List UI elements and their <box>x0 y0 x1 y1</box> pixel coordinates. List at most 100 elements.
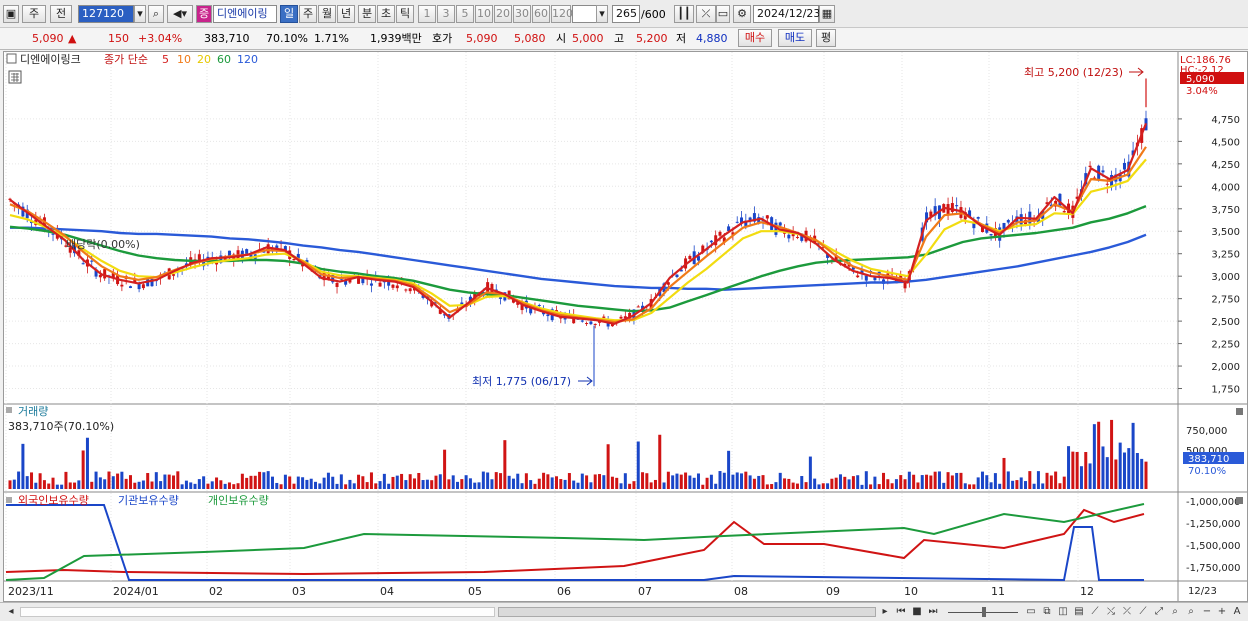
volume-bar <box>98 477 102 489</box>
interval-120-button[interactable]: 120 <box>551 5 573 23</box>
count-input[interactable]: 265 <box>612 5 640 23</box>
ma120-line <box>10 226 1147 291</box>
holdings-panel-icon[interactable] <box>6 497 12 503</box>
buy-button[interactable]: 매수 <box>738 29 772 47</box>
volume-bar <box>511 478 515 489</box>
volume-bar <box>955 472 959 489</box>
speaker-icon[interactable]: ◀▾ <box>167 5 193 23</box>
volume-bar <box>882 472 886 489</box>
zoom-out-icon[interactable]: − <box>1200 605 1214 619</box>
stop-icon[interactable]: ■ <box>910 605 924 619</box>
volume-bar <box>800 476 804 489</box>
volume-bar <box>270 476 274 489</box>
interval-5-button[interactable]: 5 <box>456 5 474 23</box>
interval-60-button[interactable]: 60 <box>532 5 550 23</box>
period-tick-button[interactable]: 틱 <box>396 5 414 23</box>
current-price-badge-text: 5,090 <box>1186 74 1215 85</box>
volume-bar <box>73 482 77 489</box>
volume-bar <box>925 474 929 489</box>
scroll-right-icon[interactable]: ▸ <box>878 605 892 619</box>
volume-bar <box>348 479 352 489</box>
zoom-in-icon[interactable]: + <box>1215 605 1229 619</box>
font-size-icon[interactable]: A <box>1230 605 1244 619</box>
holdings-tick-1500k: -1,500,000 <box>1186 541 1241 552</box>
volume-bar <box>636 441 640 489</box>
volume-bar <box>8 480 12 489</box>
code-dropdown-icon[interactable]: ▾ <box>134 5 146 23</box>
interval-20-button[interactable]: 20 <box>494 5 512 23</box>
layout-icon[interactable]: ▭ <box>1024 605 1038 619</box>
panel-icon-2[interactable]: ▤ <box>1072 605 1086 619</box>
volume-bar <box>116 473 120 489</box>
window-icon[interactable]: ▣ <box>3 5 19 23</box>
search-small-icon[interactable]: ⌕ <box>1168 605 1182 619</box>
holdings-close-icon[interactable] <box>1236 497 1243 504</box>
x-axis-right-label: 12/23 <box>1188 586 1217 597</box>
stock-name-field[interactable]: 디엔에이링 <box>213 5 277 23</box>
volume-bar <box>610 476 614 489</box>
scroll-left-icon[interactable]: ◂ <box>4 605 18 619</box>
draw-trend-icon[interactable]: ⤯ <box>1104 605 1118 619</box>
market-select[interactable]: 주 <box>22 5 46 23</box>
period-minute-button[interactable]: 분 <box>358 5 376 23</box>
volume-bar <box>1131 422 1135 489</box>
interval-1-button[interactable]: 1 <box>418 5 436 23</box>
x-tick-label: 06 <box>557 585 571 598</box>
chart-area[interactable]: 4,750 4,500 4,250 4,000 3,750 3,500 3,250 3,000… <box>3 51 1248 602</box>
volume-close-icon[interactable] <box>1236 408 1243 415</box>
period-week-button[interactable]: 주 <box>299 5 317 23</box>
candle-body <box>735 221 739 223</box>
candle-body <box>619 316 623 319</box>
candles <box>8 78 1148 387</box>
volume-bar <box>752 478 756 489</box>
candle-body <box>765 215 769 219</box>
volume-bar <box>395 475 399 489</box>
draw-cross-icon[interactable]: ⤫ <box>1120 605 1134 619</box>
search-icon[interactable]: ⌕ <box>148 5 164 23</box>
candle-icon[interactable]: ┃┃ <box>674 5 694 23</box>
volume-bar <box>55 484 59 489</box>
prev-button[interactable]: 전 <box>50 5 72 23</box>
draw-line-icon[interactable]: ⟋ <box>1088 605 1102 619</box>
zoom-slider-handle[interactable] <box>982 607 986 617</box>
panel-icon[interactable] <box>6 53 17 64</box>
date-input[interactable]: 2024/12/23 <box>753 5 820 23</box>
rewind-icon[interactable]: ⏮ <box>894 605 908 619</box>
volume-panel-icon[interactable] <box>6 407 12 413</box>
calendar-icon[interactable]: ▦ <box>819 5 835 23</box>
volume-bar <box>563 479 567 489</box>
volume-bar <box>361 476 365 489</box>
volume-bar <box>890 483 894 489</box>
period-month-button[interactable]: 월 <box>318 5 336 23</box>
avg-button[interactable]: 평 <box>816 29 836 47</box>
y-tick-label: 3,500 <box>1211 227 1240 238</box>
sell-button[interactable]: 매도 <box>778 29 812 47</box>
gear-icon[interactable]: ⚙ <box>733 5 751 23</box>
period-second-button[interactable]: 초 <box>377 5 395 23</box>
period-year-button[interactable]: 년 <box>337 5 355 23</box>
ask-label: 호가 <box>432 32 453 45</box>
interval-10-button[interactable]: 10 <box>475 5 493 23</box>
save-icon[interactable]: ▭ <box>716 5 730 23</box>
scroll-thumb[interactable] <box>498 607 876 617</box>
volume-bar <box>679 474 683 489</box>
interval-3-button[interactable]: 3 <box>437 5 455 23</box>
copy-icon[interactable]: ⧉ <box>1040 605 1054 619</box>
chart-type-icon[interactable]: ⤫ <box>696 5 716 23</box>
volume-bar <box>735 472 739 489</box>
volume-bar <box>542 472 546 489</box>
forward-icon[interactable]: ⏭ <box>926 605 940 619</box>
window-split-icon[interactable]: ◫ <box>1056 605 1070 619</box>
stock-code-input[interactable]: 127120 <box>78 5 134 23</box>
zoom-icon[interactable]: ⌕ <box>1184 605 1198 619</box>
scroll-bar[interactable]: ◂ ▸ ⏮ ■ ⏭ ▭ ⧉ ◫ ▤ ⟋ ⤯ ⤫ ⟋ ⤢ ⌕ ⌕ − + A <box>0 602 1248 621</box>
volume-bar <box>77 480 81 489</box>
interval-dropdown-icon[interactable]: ▾ <box>596 5 608 23</box>
scroll-track[interactable] <box>20 607 495 617</box>
volume-bar <box>128 475 132 489</box>
draw-fib-icon[interactable]: ⟋ <box>1136 605 1150 619</box>
period-day-button[interactable]: 일 <box>280 5 298 23</box>
fit-icon[interactable]: ⤢ <box>1152 605 1166 619</box>
bid-price: 5,080 <box>514 32 546 45</box>
interval-30-button[interactable]: 30 <box>513 5 531 23</box>
